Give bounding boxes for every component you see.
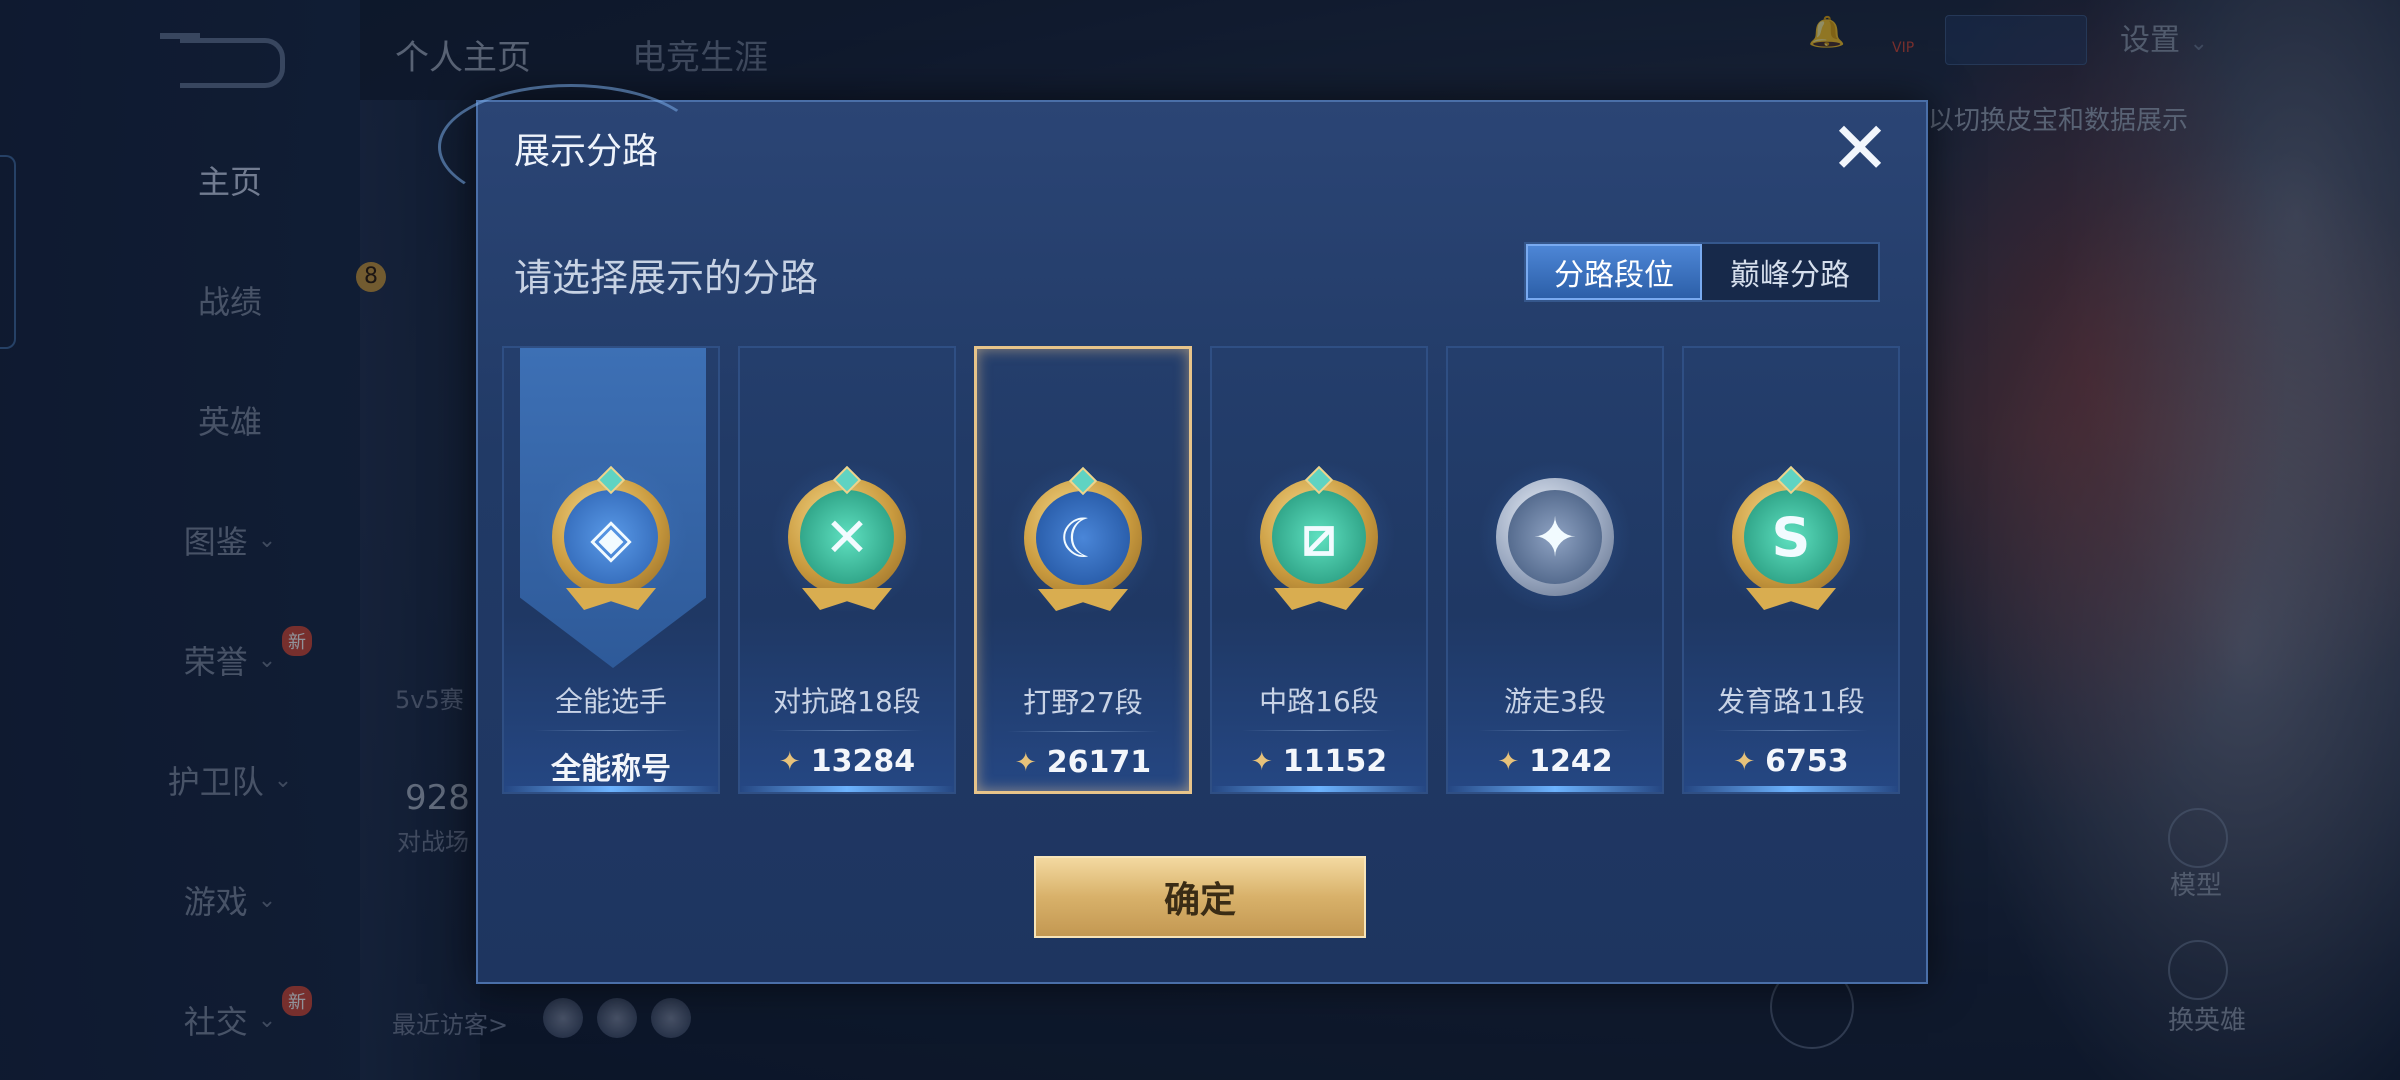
dialog-subtitle: 请选择展示的分路 (514, 256, 819, 300)
dialog-title: 展示分路 (514, 131, 659, 172)
points-icon: ✦ (1250, 746, 1273, 777)
roam-icon: ✦ (1478, 460, 1632, 614)
lane-card-list: ◈ 全能选手 全能称号 ✕ 对抗路18段 ✦ 13284 ☾ 打野27段 ✦ 2… (502, 346, 1902, 796)
lane-card-clash[interactable]: ✕ 对抗路18段 ✦ 13284 (738, 346, 956, 794)
divider (1478, 730, 1632, 731)
lane-card-roam[interactable]: ✦ 游走3段 ✦ 1242 (1446, 346, 1664, 794)
lane-value: ✦ 13284 (740, 744, 954, 779)
divider (1242, 730, 1396, 731)
points-icon: ✦ (778, 746, 801, 777)
clash-lane-icon: ✕ (770, 460, 924, 614)
tab-peak-lane[interactable]: 巅峰分路 (1702, 244, 1878, 300)
lane-card-jungle[interactable]: ☾ 打野27段 ✦ 26171 (974, 346, 1192, 794)
divider (1007, 731, 1159, 732)
all-round-icon: ◈ (534, 460, 688, 614)
lane-value: ✦ 1242 (1448, 744, 1662, 779)
lane-label: 全能选手 (554, 685, 667, 718)
tab-lane-rank[interactable]: 分路段位 (1526, 244, 1702, 300)
card-glow (1684, 786, 1898, 792)
lane-value-text: 26171 (1046, 745, 1152, 780)
lane-value-text: 1242 (1529, 744, 1613, 779)
divider (1714, 730, 1868, 731)
divider (534, 730, 688, 731)
lane-label: 对抗路18段 (773, 685, 921, 718)
divider (770, 730, 924, 731)
lane-value-text: 13284 (810, 744, 916, 779)
points-icon: ✦ (1014, 747, 1037, 778)
card-glow (1212, 786, 1426, 792)
mid-lane-icon: ⧄ (1242, 460, 1396, 614)
lane-value-text: 6753 (1765, 744, 1849, 779)
lane-value-text: 11152 (1282, 744, 1388, 779)
jungle-dragon-icon: ☾ (1006, 461, 1160, 615)
confirm-button[interactable]: 确定 (1034, 856, 1366, 938)
points-icon: ✦ (1733, 746, 1756, 777)
lane-label: 中路16段 (1259, 685, 1379, 718)
lane-value-text: 全能称号 (551, 752, 671, 787)
lane-card-all-round[interactable]: ◈ 全能选手 全能称号 (502, 346, 720, 794)
points-icon: ✦ (1497, 746, 1520, 777)
card-glow (504, 786, 718, 792)
lane-label: 打野27段 (1023, 686, 1143, 719)
lane-card-farm[interactable]: S 发育路11段 ✦ 6753 (1682, 346, 1900, 794)
lane-display-dialog: 展示分路 ✕ 请选择展示的分路 分路段位 巅峰分路 ◈ 全能选手 全能称号 ✕ (438, 84, 1928, 984)
lane-value: ✦ 6753 (1684, 744, 1898, 779)
farm-lane-icon: S (1714, 460, 1868, 614)
card-glow (1448, 786, 1662, 792)
close-icon[interactable]: ✕ (1824, 112, 1896, 184)
lane-type-toggle: 分路段位 巅峰分路 (1524, 242, 1880, 302)
lane-label: 游走3段 (1504, 685, 1606, 718)
lane-value: 全能称号 (504, 744, 718, 788)
lane-value: ✦ 11152 (1212, 744, 1426, 779)
lane-label: 发育路11段 (1717, 685, 1865, 718)
lane-card-mid[interactable]: ⧄ 中路16段 ✦ 11152 (1210, 346, 1428, 794)
lane-value: ✦ 26171 (977, 745, 1189, 780)
card-glow (740, 786, 954, 792)
